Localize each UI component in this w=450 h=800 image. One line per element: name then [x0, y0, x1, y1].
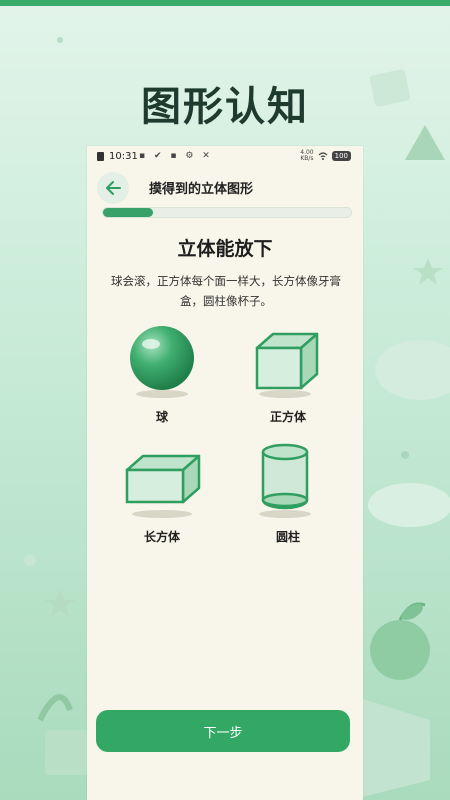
- status-bar: 10:31 ▪ ✔ ▪ ⚙ ✕ 4.00 KB/s 100: [87, 146, 363, 168]
- arrow-left-icon: [106, 181, 121, 195]
- page-title: 图形认知: [141, 84, 309, 130]
- lesson-progress-bar: [102, 207, 352, 218]
- phone-screen: 10:31 ▪ ✔ ▪ ⚙ ✕ 4.00 KB/s 100 摸得到的立体图形 立…: [87, 146, 363, 800]
- shape-label: 球: [155, 410, 168, 424]
- shape-card-sphere[interactable]: 球: [107, 322, 217, 442]
- next-button[interactable]: 下一步: [96, 710, 350, 752]
- status-time: 10:31: [109, 151, 138, 162]
- back-button[interactable]: [97, 172, 129, 204]
- battery-indicator: 100: [331, 151, 351, 161]
- notification-icons: ▪ ✔ ▪ ⚙ ✕: [139, 151, 213, 161]
- cylinder-icon: [259, 443, 311, 518]
- wifi-icon: [318, 152, 328, 160]
- lesson-progress-fill: [103, 208, 153, 217]
- status-right-group: 4.00 KB/s 100: [300, 150, 351, 162]
- sphere-icon: [130, 326, 194, 398]
- network-speed-unit: KB/s: [300, 155, 314, 162]
- cube-icon: [255, 332, 319, 398]
- shape-card-cuboid[interactable]: 长方体: [107, 442, 217, 562]
- bottom-area: [87, 771, 363, 800]
- lesson-description: 球会滚，正方体每个面一样大，长方体像牙膏盒，圆柱像杯子。: [111, 274, 341, 308]
- shape-label: 圆柱: [275, 530, 300, 544]
- shape-card-cube[interactable]: 正方体: [233, 322, 343, 442]
- shape-label: 长方体: [143, 530, 180, 544]
- sim-icon: [97, 152, 104, 161]
- network-speed: 4.00 KB/s: [300, 150, 313, 162]
- cuboid-icon: [125, 454, 201, 518]
- shape-card-cylinder[interactable]: 圆柱: [233, 442, 343, 562]
- shape-label: 正方体: [269, 410, 306, 424]
- lesson-heading: 立体能放下: [177, 238, 273, 260]
- nav-title: 摸得到的立体图形: [149, 182, 254, 197]
